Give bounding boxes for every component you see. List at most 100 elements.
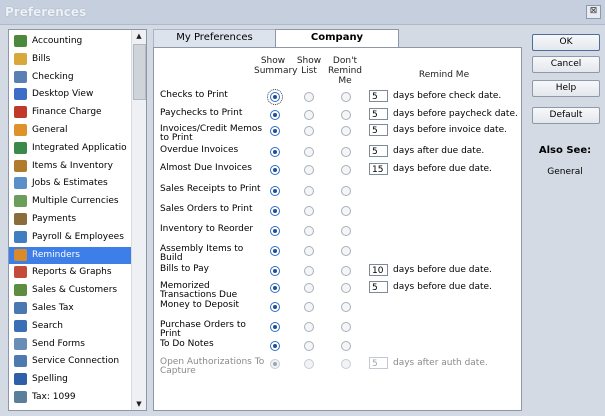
sidebar-item-sales-tax[interactable]: Sales Tax xyxy=(9,300,131,317)
sidebar-item-payroll-employees[interactable]: Payroll & Employees xyxy=(9,229,131,246)
show-summary-radio[interactable] xyxy=(270,266,280,276)
show-summary-radio[interactable] xyxy=(270,126,280,136)
show-list-radio[interactable] xyxy=(304,283,314,293)
sidebar-item-label: Multiple Currencies xyxy=(32,196,119,207)
dont-remind-radio[interactable] xyxy=(341,126,351,136)
dont-remind-radio xyxy=(341,359,351,369)
tab-company-preferences[interactable]: Company Preferences xyxy=(275,29,399,59)
dont-remind-radio[interactable] xyxy=(341,341,351,351)
dont-remind-radio[interactable] xyxy=(341,226,351,236)
tab-my-preferences[interactable]: My Preferences xyxy=(153,29,276,47)
show-summary-radio[interactable] xyxy=(267,89,283,105)
days-suffix: days before invoice date. xyxy=(393,125,507,135)
scroll-down-icon[interactable]: ▼ xyxy=(132,398,146,410)
sidebar-item-reports-graphs[interactable]: Reports & Graphs xyxy=(9,264,131,281)
show-summary-radio[interactable] xyxy=(270,341,280,351)
show-list-radio[interactable] xyxy=(304,246,314,256)
sidebar-item-sales-customers[interactable]: Sales & Customers xyxy=(9,282,131,299)
sidebar-item-label: Desktop View xyxy=(32,89,94,100)
default-button[interactable]: Default xyxy=(532,107,600,124)
dont-remind-radio[interactable] xyxy=(341,186,351,196)
show-summary-radio[interactable] xyxy=(270,322,280,332)
show-summary-radio[interactable] xyxy=(270,283,280,293)
show-list-radio[interactable] xyxy=(304,165,314,175)
reminder-label-sales-orders-to-print: Sales Orders to Print xyxy=(160,204,253,214)
show-list-radio[interactable] xyxy=(304,266,314,276)
days-input[interactable]: 5 xyxy=(369,281,388,293)
multiple-currencies-icon xyxy=(14,195,27,208)
show-summary-radio[interactable] xyxy=(270,206,280,216)
dont-remind-radio[interactable] xyxy=(341,147,351,157)
sidebar-item-service-connection[interactable]: Service Connection xyxy=(9,353,131,370)
sidebar-item-checking[interactable]: Checking xyxy=(9,69,131,86)
show-summary-radio[interactable] xyxy=(270,186,280,196)
sidebar-item-payments[interactable]: Payments xyxy=(9,211,131,228)
sidebar-item-bills[interactable]: Bills xyxy=(9,51,131,68)
show-list-radio[interactable] xyxy=(304,341,314,351)
reminder-label-memorized-transactions-due: Memorized Transactions Due xyxy=(160,281,238,300)
sidebar-scrollbar[interactable]: ▲ ▼ xyxy=(131,30,146,410)
also-see-general-link[interactable]: General xyxy=(532,167,598,177)
dont-remind-radio[interactable] xyxy=(341,266,351,276)
sidebar-item-finance-charge[interactable]: Finance Charge xyxy=(9,104,131,121)
sidebar-item-desktop-view[interactable]: Desktop View xyxy=(9,86,131,103)
sidebar-item-label: Search xyxy=(32,320,63,331)
sidebar-item-label: Spelling xyxy=(32,374,68,385)
sidebar-item-jobs-estimates[interactable]: Jobs & Estimates xyxy=(9,175,131,192)
dont-remind-radio[interactable] xyxy=(341,283,351,293)
show-summary-radio[interactable] xyxy=(270,110,280,120)
sidebar-item-multiple-currencies[interactable]: Multiple Currencies xyxy=(9,193,131,210)
sidebar-item-integrated-applicatio[interactable]: Integrated Applicatio xyxy=(9,140,131,157)
sidebar-item-general[interactable]: General xyxy=(9,122,131,139)
dont-remind-radio[interactable] xyxy=(341,165,351,175)
show-list-radio[interactable] xyxy=(304,147,314,157)
close-icon[interactable]: ⊠ xyxy=(586,5,601,19)
sidebar-item-items-inventory[interactable]: Items & Inventory xyxy=(9,158,131,175)
scroll-up-icon[interactable]: ▲ xyxy=(132,30,146,42)
days-input[interactable]: 5 xyxy=(369,90,388,102)
preferences-category-list[interactable]: ▲ ▼ Accounting Bills Checking Desktop View F… xyxy=(8,29,147,411)
sidebar-item-reminders[interactable]: Reminders xyxy=(9,246,131,264)
cancel-button[interactable]: Cancel xyxy=(532,56,600,73)
show-summary-radio[interactable] xyxy=(270,226,280,236)
days-input[interactable]: 10 xyxy=(369,264,388,276)
show-summary-radio[interactable] xyxy=(270,302,280,312)
sidebar-item-spelling[interactable]: Spelling xyxy=(9,371,131,388)
dont-remind-radio[interactable] xyxy=(341,206,351,216)
sidebar-item-send-forms[interactable]: Send Forms xyxy=(9,336,131,353)
sidebar-item-label: Bills xyxy=(32,53,51,64)
show-list-radio[interactable] xyxy=(304,322,314,332)
dont-remind-radio[interactable] xyxy=(341,322,351,332)
show-list-radio[interactable] xyxy=(304,302,314,312)
dont-remind-radio[interactable] xyxy=(341,92,351,102)
sidebar-item-search[interactable]: Search xyxy=(9,318,131,335)
show-summary-radio[interactable] xyxy=(270,165,280,175)
show-list-radio[interactable] xyxy=(304,186,314,196)
days-input[interactable]: 5 xyxy=(369,145,388,157)
show-list-radio[interactable] xyxy=(304,226,314,236)
show-list-radio[interactable] xyxy=(304,206,314,216)
dont-remind-radio[interactable] xyxy=(341,246,351,256)
show-list-radio[interactable] xyxy=(304,126,314,136)
sidebar-item-label: Items & Inventory xyxy=(32,160,113,171)
scroll-thumb[interactable] xyxy=(133,44,146,100)
show-list-radio[interactable] xyxy=(304,92,314,102)
days-input[interactable]: 15 xyxy=(369,163,388,175)
sidebar-item-tax-1099[interactable]: Tax: 1099 xyxy=(9,389,131,406)
help-button[interactable]: Help xyxy=(532,80,600,97)
header-show-summary: Show Summary xyxy=(254,56,298,76)
days-suffix: days before paycheck date. xyxy=(393,109,518,119)
dont-remind-radio[interactable] xyxy=(341,302,351,312)
sidebar-item-label: Payroll & Employees xyxy=(32,231,124,242)
reminder-label-sales-receipts-to-print: Sales Receipts to Print xyxy=(160,184,261,194)
show-summary-radio[interactable] xyxy=(270,246,280,256)
days-input[interactable]: 5 xyxy=(369,124,388,136)
sidebar-item-label: Accounting xyxy=(32,36,83,46)
show-summary-radio[interactable] xyxy=(270,147,280,157)
dont-remind-radio[interactable] xyxy=(341,110,351,120)
days-input[interactable]: 5 xyxy=(369,108,388,120)
general-icon xyxy=(14,124,27,136)
sidebar-item-accounting[interactable]: Accounting xyxy=(9,33,131,50)
show-list-radio[interactable] xyxy=(304,110,314,120)
ok-button[interactable]: OK xyxy=(532,34,600,51)
